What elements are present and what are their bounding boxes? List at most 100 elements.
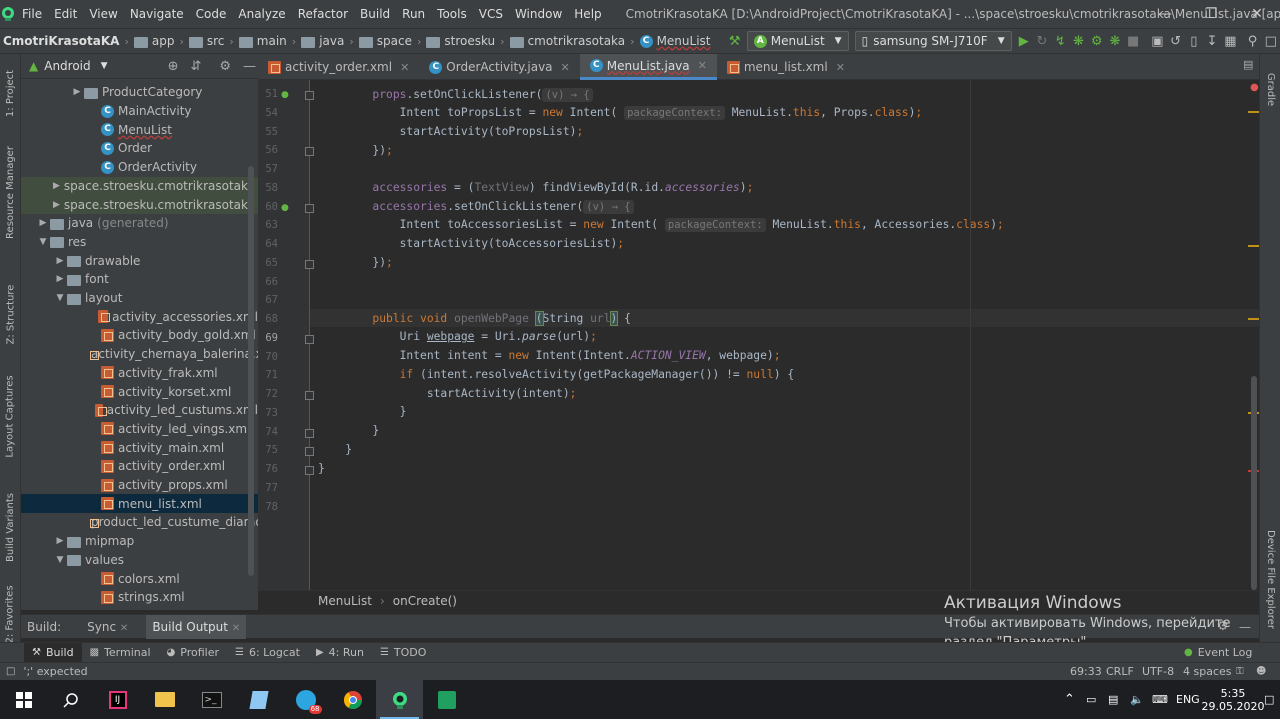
search-icon[interactable]: ⚲ bbox=[1243, 29, 1261, 53]
breadcrumb-app[interactable]: app bbox=[131, 34, 178, 48]
tool-event-log[interactable]: ● Event Log bbox=[1176, 643, 1260, 663]
editor-scrollbar[interactable] bbox=[1251, 376, 1257, 590]
tool-run[interactable]: ▶ 4: Run bbox=[308, 643, 372, 663]
tree-item[interactable]: activity_frak.xml bbox=[21, 364, 258, 383]
apply-changes-icon[interactable]: ↯ bbox=[1051, 29, 1069, 53]
fold-marker-icon[interactable] bbox=[305, 203, 314, 213]
tree-item[interactable]: activity_led_custums.xml bbox=[21, 401, 258, 420]
close-tab-icon[interactable]: ✕ bbox=[400, 61, 409, 74]
tree-item[interactable]: ▼ values bbox=[21, 551, 258, 570]
menu-navigate[interactable]: Navigate bbox=[124, 0, 190, 28]
breadcrumb-project[interactable]: CmotriKrasotaKA bbox=[0, 34, 122, 48]
project-scrollbar[interactable] bbox=[248, 166, 254, 576]
search-icon[interactable] bbox=[47, 680, 94, 719]
inspector-icon[interactable]: ☻ bbox=[1256, 666, 1266, 677]
debug-icon[interactable]: ❋ bbox=[1069, 29, 1087, 53]
fold-marker-icon[interactable] bbox=[305, 447, 314, 457]
breadcrumb-src[interactable]: src bbox=[186, 34, 228, 48]
menu-build[interactable]: Build bbox=[354, 0, 396, 28]
tree-item[interactable]: product_led_custume_diamon bbox=[21, 513, 258, 532]
menu-window[interactable]: Window bbox=[509, 0, 568, 28]
menu-code[interactable]: Code bbox=[190, 0, 233, 28]
hammer-icon[interactable]: ⚒ bbox=[726, 29, 744, 53]
tool-logcat[interactable]: ☰ 6: Logcat bbox=[227, 643, 308, 663]
file-explorer-icon[interactable] bbox=[141, 680, 188, 719]
project-view-select[interactable]: ▲ Android ▼ bbox=[29, 59, 108, 73]
tree-item[interactable]: C MainActivity bbox=[21, 102, 258, 121]
close-icon[interactable]: ✕ bbox=[1234, 0, 1280, 28]
clock[interactable]: 5:35 29.05.2020 bbox=[1202, 680, 1265, 719]
notifications-icon[interactable]: □ bbox=[1264, 680, 1274, 719]
device-select[interactable]: ▯ samsung SM-J710F ▼ bbox=[854, 31, 1012, 51]
breadcrumb-menulist[interactable]: C MenuList bbox=[637, 34, 714, 48]
tab-menulist-java[interactable]: C MenuList.java ✕ bbox=[579, 54, 717, 80]
fold-marker-icon[interactable] bbox=[305, 91, 314, 100]
tray-expand-icon[interactable]: ⌃ bbox=[1064, 680, 1075, 719]
chrome-icon[interactable] bbox=[329, 680, 376, 719]
maximize-icon[interactable]: ❐ bbox=[1188, 0, 1234, 28]
tree-item[interactable]: ▼ layout bbox=[21, 289, 258, 308]
menu-edit[interactable]: Edit bbox=[48, 0, 83, 28]
tree-item[interactable]: activity_korset.xml bbox=[21, 382, 258, 401]
code-editor[interactable]: 51 54 55 56 57 58 60 63 64 65 66 67 68 69 70 71 72 73 74 75… bbox=[258, 80, 1259, 590]
menu-help[interactable]: Help bbox=[568, 0, 607, 28]
expand-arrow-icon[interactable]: ▶ bbox=[70, 87, 84, 97]
line-separator[interactable]: CRLF bbox=[1106, 665, 1134, 678]
breadcrumb-main[interactable]: main bbox=[236, 34, 290, 48]
expand-arrow-icon[interactable]: ▶ bbox=[53, 536, 67, 546]
windows-start-icon[interactable] bbox=[0, 680, 47, 719]
fold-marker-icon[interactable] bbox=[305, 259, 314, 269]
fold-marker-icon[interactable] bbox=[305, 391, 314, 400]
tab-layout-captures[interactable]: Layout Captures bbox=[0, 366, 21, 466]
tree-item[interactable]: colors.xml bbox=[21, 569, 258, 588]
menu-refactor[interactable]: Refactor bbox=[292, 0, 354, 28]
run-icon[interactable]: ▶ bbox=[1015, 29, 1033, 53]
tree-item[interactable]: activity_chernaya_balerina.xml bbox=[21, 345, 258, 364]
avd-manager-icon[interactable]: ▯ bbox=[1185, 29, 1203, 53]
tab-build-output[interactable]: Build Output ✕ bbox=[146, 614, 247, 639]
network-icon[interactable]: ▤ bbox=[1108, 680, 1118, 719]
tab-device-file-explorer[interactable]: Device File Explorer bbox=[1260, 524, 1280, 634]
breadcrumb-space[interactable]: space bbox=[356, 34, 415, 48]
google-account-icon[interactable]: □ bbox=[1262, 29, 1280, 53]
tab-activity-order-xml[interactable]: activity_order.xml ✕ bbox=[258, 54, 419, 80]
notepad-icon[interactable] bbox=[235, 680, 282, 719]
tree-item[interactable]: activity_body_gold.xml bbox=[21, 326, 258, 345]
telegram-icon[interactable]: 68 bbox=[282, 680, 329, 719]
volume-icon[interactable]: 🔈 bbox=[1130, 680, 1144, 719]
expand-arrow-icon[interactable]: ▶ bbox=[53, 274, 67, 284]
tree-item[interactable]: ▶ ProductCategory bbox=[21, 83, 258, 102]
rerun-icon[interactable]: ↻ bbox=[1033, 29, 1051, 53]
tree-item[interactable]: C OrderActivity bbox=[21, 158, 258, 177]
tree-item[interactable]: ▶space.stroesku.cmotrikrasotaka(a bbox=[21, 176, 258, 196]
project-structure-icon[interactable]: ▣ bbox=[1148, 29, 1166, 53]
hide-panel-icon[interactable]: — bbox=[243, 59, 256, 74]
indent-setting[interactable]: 4 spaces bbox=[1183, 665, 1232, 678]
tab-gradle[interactable]: Gradle bbox=[1260, 64, 1280, 114]
breadcrumb-java[interactable]: java bbox=[298, 34, 347, 48]
expand-arrow-icon[interactable]: ▼ bbox=[53, 555, 67, 565]
fold-marker-icon[interactable] bbox=[305, 147, 314, 157]
attach-debugger-icon[interactable]: ❋ bbox=[1106, 29, 1124, 53]
breadcrumb-stroesku[interactable]: stroesku bbox=[423, 34, 498, 48]
close-tab-icon[interactable]: ✕ bbox=[561, 61, 570, 74]
menu-view[interactable]: View bbox=[83, 0, 123, 28]
stop-icon[interactable]: ■ bbox=[1124, 29, 1142, 53]
fold-marker-icon[interactable] bbox=[305, 428, 314, 438]
tab-menu-list-xml[interactable]: menu_list.xml ✕ bbox=[717, 54, 855, 80]
tree-item[interactable]: activity_props.xml bbox=[21, 476, 258, 495]
expand-arrow-icon[interactable]: ▼ bbox=[36, 237, 50, 247]
menu-file[interactable]: File bbox=[16, 0, 48, 28]
sdk-manager-icon[interactable]: ↧ bbox=[1203, 29, 1221, 53]
close-tab-icon[interactable]: ✕ bbox=[698, 59, 707, 72]
tree-item[interactable]: ▶space.stroesku.cmotrikrasotaka(t bbox=[21, 195, 258, 214]
tab-structure[interactable]: Z: Structure bbox=[0, 274, 21, 354]
tab-orderactivity-java[interactable]: C OrderActivity.java ✕ bbox=[419, 54, 579, 80]
run-config-select[interactable]: A MenuList ▼ bbox=[746, 31, 849, 51]
gear-icon[interactable]: ⚙ bbox=[219, 59, 231, 74]
caret-position[interactable]: 69:33 bbox=[1070, 665, 1102, 678]
android-studio-taskbar-icon[interactable] bbox=[376, 680, 423, 719]
tab-project[interactable]: 1: Project bbox=[0, 58, 21, 128]
tab-list-icon[interactable]: ▤ bbox=[1243, 58, 1253, 71]
breadcrumb-cmotrikrasotaka[interactable]: cmotrikrasotaka bbox=[507, 34, 629, 48]
